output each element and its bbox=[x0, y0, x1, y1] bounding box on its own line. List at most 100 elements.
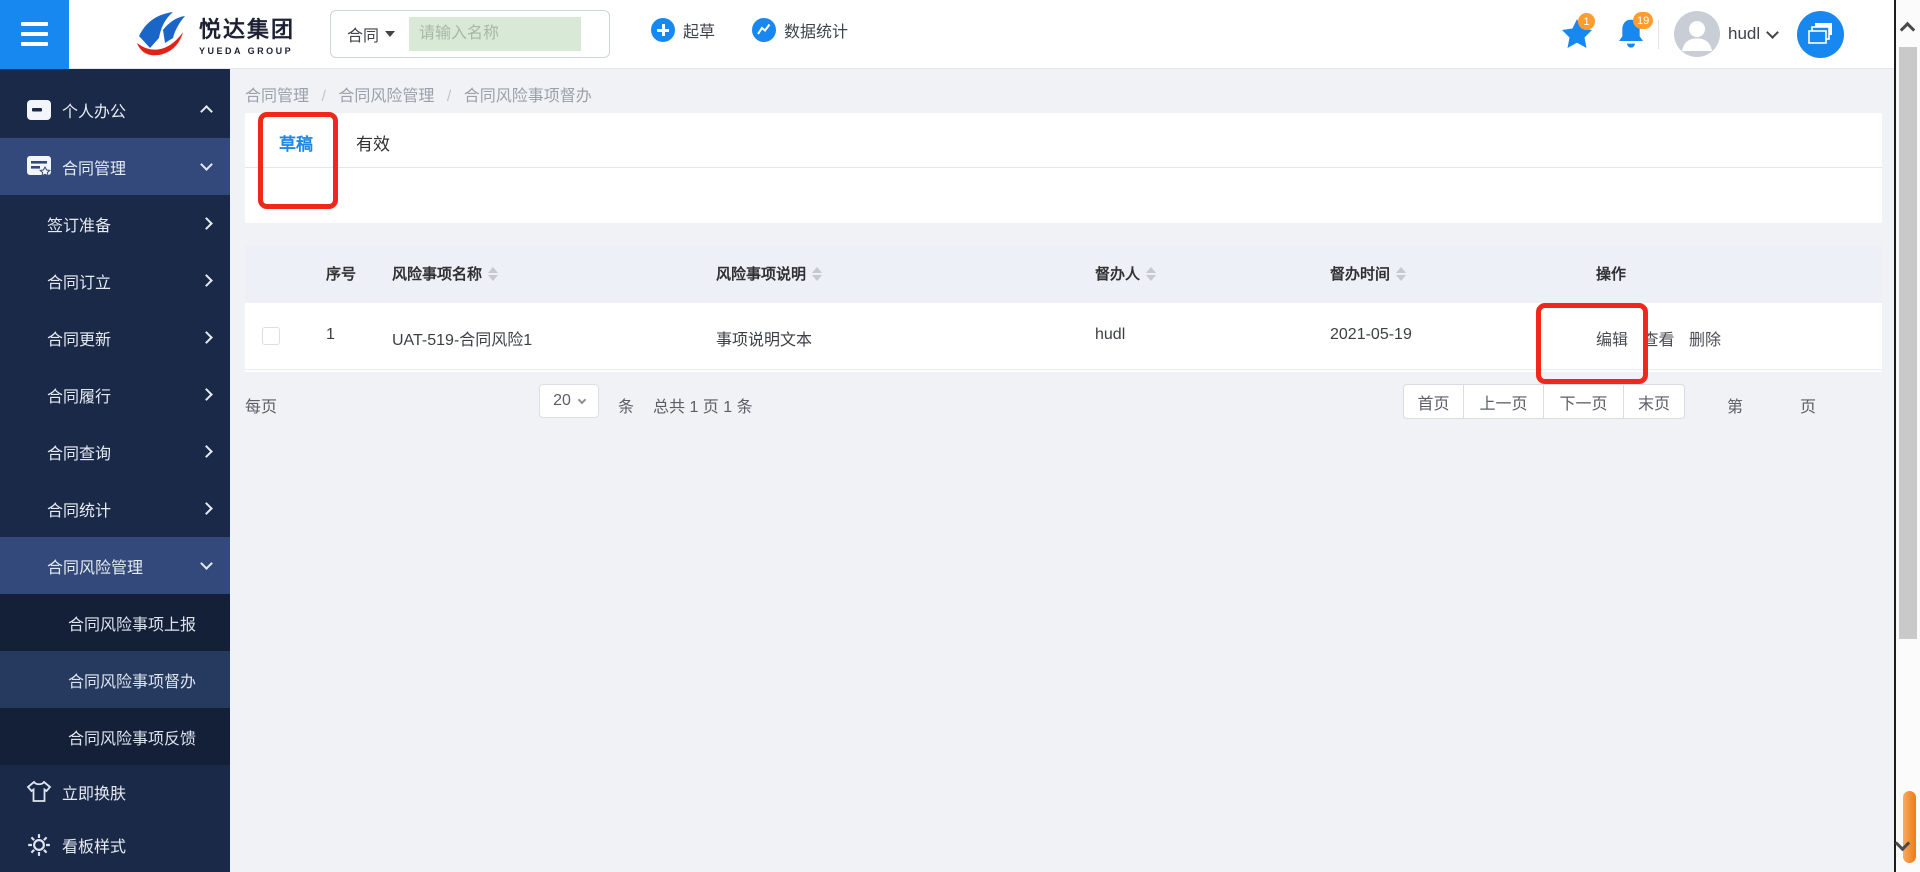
page-prefix: 第 bbox=[1727, 399, 1744, 416]
sidebar-item-signing-preparation[interactable]: 签订准备 bbox=[0, 195, 230, 252]
draft-button[interactable]: 起草 bbox=[651, 18, 715, 42]
pagination-bar: 每页 20 条 总共 1 页 1 条 首页 上一页 下一页 末页 第 页 GO bbox=[245, 384, 1882, 424]
sidebar-item-contract-query[interactable]: 合同查询 bbox=[0, 423, 230, 480]
col-header-seq: 序号 bbox=[326, 266, 357, 283]
sidebar-item-label: 合同履行 bbox=[47, 388, 112, 406]
user-menu[interactable]: hudl bbox=[1728, 24, 1780, 44]
chevron-down-icon bbox=[200, 557, 213, 570]
table-header-row: 序号 风险事项名称 风险事项说明 督办人 督办时间 操作 bbox=[245, 245, 1882, 303]
cell-supervisor: hudl bbox=[1095, 326, 1126, 343]
per-page-prefix: 每页 bbox=[245, 399, 278, 416]
global-search-box: 合同 bbox=[330, 10, 610, 58]
delete-action[interactable]: 删除 bbox=[1689, 332, 1721, 349]
sidebar-item-label: 立即换肤 bbox=[62, 785, 127, 803]
yueda-logo-icon bbox=[137, 12, 185, 56]
col-header-name: 风险事项名称 bbox=[392, 263, 499, 284]
statistics-button[interactable]: 数据统计 bbox=[752, 18, 848, 42]
breadcrumb-item[interactable]: 合同管理 bbox=[245, 88, 309, 105]
view-action[interactable]: 查看 bbox=[1642, 332, 1674, 349]
sidebar-item-label: 合同风险事项反馈 bbox=[68, 730, 197, 748]
sidebar-item-label: 合同风险管理 bbox=[47, 559, 144, 577]
breadcrumb-item[interactable]: 合同风险管理 bbox=[338, 88, 434, 105]
per-page-select[interactable]: 20 bbox=[539, 384, 599, 418]
header-divider bbox=[1658, 20, 1659, 49]
col-header-actions: 操作 bbox=[1596, 266, 1627, 283]
sort-icon[interactable] bbox=[812, 266, 823, 281]
sidebar-item-contract-management[interactable]: 合同管理 bbox=[0, 138, 230, 195]
username-label: hudl bbox=[1728, 24, 1761, 43]
sort-icon[interactable] bbox=[1146, 266, 1157, 281]
row-checkbox[interactable] bbox=[262, 327, 280, 345]
sidebar-item-contract-risk-management[interactable]: 合同风险管理 bbox=[0, 537, 230, 594]
chart-circle-icon bbox=[752, 18, 776, 42]
sidebar-item-contract-conclusion[interactable]: 合同订立 bbox=[0, 252, 230, 309]
breadcrumb: 合同管理 / 合同风险管理 / 合同风险事项督办 bbox=[245, 82, 592, 106]
search-category-label: 合同 bbox=[347, 28, 380, 45]
statistics-button-label: 数据统计 bbox=[784, 24, 849, 41]
tabs-toolbar-panel: 草稿 有效 搜索 新建 bbox=[245, 113, 1882, 329]
breadcrumb-separator: / bbox=[446, 88, 452, 105]
sidebar-item-label: 个人办公 bbox=[62, 103, 127, 121]
brand-logo: 悦达集团 YUEDA GROUP bbox=[133, 10, 295, 58]
sidebar-item-label: 合同风险事项上报 bbox=[68, 616, 197, 634]
per-page-value: 20 bbox=[553, 392, 571, 409]
personal-office-icon bbox=[27, 99, 51, 120]
first-page-button[interactable]: 首页 bbox=[1403, 384, 1464, 419]
plus-circle-icon bbox=[651, 18, 675, 42]
tab-draft[interactable]: 草稿 bbox=[279, 130, 313, 155]
sidebar-item-contract-performance[interactable]: 合同履行 bbox=[0, 366, 230, 423]
sidebar-item-board-style[interactable]: 看板样式 bbox=[0, 818, 230, 872]
tab-valid[interactable]: 有效 bbox=[356, 130, 390, 155]
apps-switcher-button[interactable] bbox=[1797, 11, 1844, 58]
chevron-right-icon bbox=[200, 502, 213, 515]
last-page-button[interactable]: 末页 bbox=[1623, 384, 1685, 419]
sidebar-item-risk-report[interactable]: 合同风险事项上报 bbox=[0, 594, 230, 651]
hamburger-menu-button[interactable] bbox=[0, 0, 69, 69]
sort-icon[interactable] bbox=[1396, 266, 1407, 281]
sidebar-item-risk-feedback[interactable]: 合同风险事项反馈 bbox=[0, 708, 230, 765]
cell-desc: 事项说明文本 bbox=[716, 332, 813, 349]
cell-seq: 1 bbox=[326, 326, 335, 343]
sidebar-item-label: 合同管理 bbox=[62, 160, 127, 178]
screen: 悦达集团 YUEDA GROUP 合同 起草 数据统计 1 bbox=[0, 0, 1920, 872]
tshirt-icon bbox=[26, 780, 52, 802]
scrollbar-orange-thumb[interactable] bbox=[1903, 791, 1916, 863]
search-input[interactable] bbox=[409, 17, 582, 51]
sidebar-item-risk-supervision[interactable]: 合同风险事项督办 bbox=[0, 651, 230, 708]
sidebar-nav: 个人办公 合同管理 签订准备 合同订立 合同更新 合同履行 合同查询 合同统计 … bbox=[0, 69, 230, 872]
sidebar-item-contract-update[interactable]: 合同更新 bbox=[0, 309, 230, 366]
brand-name-en: YUEDA GROUP bbox=[199, 46, 294, 56]
hamburger-icon bbox=[21, 22, 48, 26]
sidebar-item-label: 合同更新 bbox=[47, 331, 112, 349]
chevron-right-icon bbox=[200, 445, 213, 458]
chevron-down-icon bbox=[200, 158, 213, 171]
chevron-right-icon bbox=[200, 217, 213, 230]
edit-action[interactable]: 编辑 bbox=[1596, 332, 1628, 349]
search-category-dropdown[interactable]: 合同 bbox=[347, 22, 396, 46]
sidebar-item-label: 合同查询 bbox=[47, 445, 112, 463]
sidebar-item-change-skin[interactable]: 立即换肤 bbox=[0, 765, 230, 818]
favorites-badge: 1 bbox=[1578, 13, 1595, 30]
scrollbar-thumb[interactable] bbox=[1899, 47, 1917, 639]
table-row: 1 UAT-519-合同风险1 事项说明文本 hudl 2021-05-19 编… bbox=[245, 303, 1882, 370]
per-page-suffix: 条 bbox=[618, 399, 635, 416]
cell-actions: 编辑 查看 删除 bbox=[1596, 326, 1731, 350]
risk-items-table: 序号 风险事项名称 风险事项说明 督办人 督办时间 操作 1 UAT-519-合… bbox=[245, 245, 1882, 372]
sort-icon[interactable] bbox=[488, 266, 499, 281]
next-page-button[interactable]: 下一页 bbox=[1543, 384, 1624, 419]
chevron-right-icon bbox=[200, 388, 213, 401]
chevron-right-icon bbox=[200, 331, 213, 344]
gear-icon bbox=[28, 834, 50, 856]
draft-button-label: 起草 bbox=[683, 24, 716, 41]
user-avatar[interactable] bbox=[1674, 11, 1720, 57]
sidebar-item-label: 合同订立 bbox=[47, 274, 112, 292]
top-header: 悦达集团 YUEDA GROUP 合同 起草 数据统计 1 bbox=[0, 0, 1920, 69]
sidebar-item-personal-office[interactable]: 个人办公 bbox=[0, 81, 230, 138]
vertical-scrollbar[interactable] bbox=[1894, 0, 1920, 872]
sidebar-item-contract-statistics[interactable]: 合同统计 bbox=[0, 480, 230, 537]
notifications-badge: 19 bbox=[1633, 12, 1654, 29]
chevron-up-icon bbox=[200, 105, 213, 118]
col-header-supervisor: 督办人 bbox=[1095, 263, 1157, 284]
scroll-up-arrow-icon[interactable] bbox=[1899, 21, 1916, 38]
prev-page-button[interactable]: 上一页 bbox=[1463, 384, 1544, 419]
